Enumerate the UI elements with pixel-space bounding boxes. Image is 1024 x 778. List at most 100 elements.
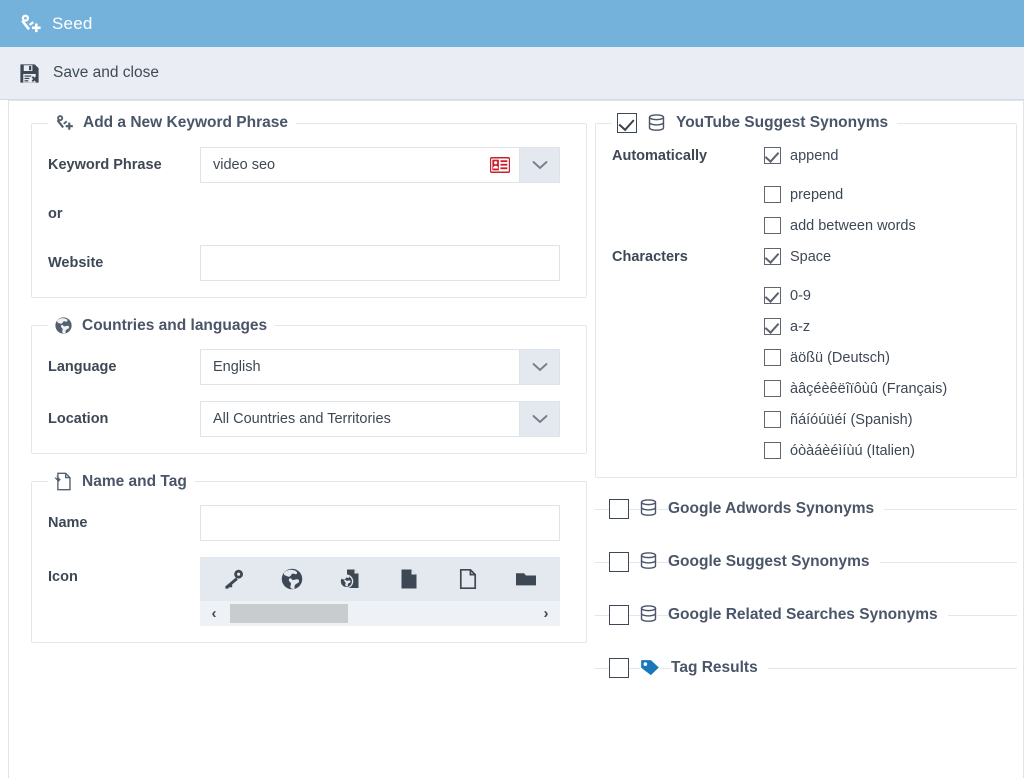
left-column: Add a New Keyword Phrase Keyword Phrase … <box>9 113 587 694</box>
option-append[interactable]: append <box>764 147 838 164</box>
name-and-tag-section: Name and Tag Name Icon ‹ › <box>31 472 587 643</box>
globe-icon[interactable] <box>268 559 316 599</box>
digits-checkbox[interactable] <box>764 287 781 304</box>
location-dropdown-button[interactable] <box>519 402 559 436</box>
google-related-searches-synonyms-section[interactable]: Google Related Searches Synonyms <box>595 588 1017 641</box>
name-input[interactable] <box>200 505 560 541</box>
countries-languages-legend-label: Countries and languages <box>82 316 268 334</box>
option-french[interactable]: àâçéèêëîïôùû (Français) <box>764 380 947 397</box>
add-keyword-phrase-section: Add a New Keyword Phrase Keyword Phrase … <box>31 113 587 298</box>
icon-label: Icon <box>48 569 78 585</box>
database-icon <box>640 499 657 518</box>
chevron-left-icon[interactable]: ‹ <box>206 606 222 621</box>
prepend-row: prepend <box>612 186 1000 203</box>
youtube-suggest-synonyms-label: YouTube Suggest Synonyms <box>676 114 889 131</box>
save-and-close-button[interactable]: Save and close <box>18 62 159 85</box>
french-label: àâçéèêëîïôùû (Français) <box>790 380 948 397</box>
tag-icon <box>640 658 660 677</box>
space-label: Space <box>790 248 832 265</box>
name-row: Name <box>48 505 570 541</box>
scrollbar-thumb[interactable] <box>230 604 348 623</box>
option-german[interactable]: äößü (Deutsch) <box>764 349 890 366</box>
google-suggest-synonyms-section[interactable]: Google Suggest Synonyms <box>595 535 1017 588</box>
name-and-tag-legend: Name and Tag <box>48 472 195 491</box>
location-label: Location <box>48 411 109 427</box>
key-plus-icon <box>54 113 74 133</box>
document-outline-icon[interactable] <box>444 559 492 599</box>
option-spanish[interactable]: ñáíóúüéí (Spanish) <box>764 411 913 428</box>
option-letters[interactable]: a-z <box>764 318 810 335</box>
chevron-down-icon <box>532 362 548 373</box>
location-select[interactable]: All Countries and Territories <box>200 401 560 437</box>
google-adwords-synonyms-section[interactable]: Google Adwords Synonyms <box>595 482 1017 535</box>
language-select[interactable]: English <box>200 349 560 385</box>
letters-row: a-z <box>612 318 1000 335</box>
key-icon[interactable] <box>210 559 258 599</box>
floppy-disk-delete-icon <box>18 62 41 85</box>
chevron-down-icon <box>532 414 548 425</box>
option-italian[interactable]: óòàáèéìíùú (Italien) <box>764 442 915 459</box>
or-row: or <box>48 199 570 229</box>
tag-results-section[interactable]: Tag Results <box>595 641 1017 694</box>
option-prepend[interactable]: prepend <box>764 186 843 203</box>
add-between-words-checkbox[interactable] <box>764 217 781 234</box>
option-digits[interactable]: 0-9 <box>764 287 811 304</box>
letters-checkbox[interactable] <box>764 318 781 335</box>
digits-label: 0-9 <box>790 287 811 304</box>
letters-label: a-z <box>790 318 811 335</box>
toolbar: Save and close <box>0 47 1024 100</box>
database-icon <box>640 605 657 624</box>
google-suggest-synonyms-checkbox[interactable] <box>609 551 629 572</box>
italian-checkbox[interactable] <box>764 442 781 459</box>
language-value: English <box>213 359 261 375</box>
keyword-phrase-dropdown-button[interactable] <box>519 148 559 182</box>
option-space[interactable]: Space <box>764 248 831 265</box>
google-related-searches-synonyms-checkbox[interactable] <box>609 604 629 625</box>
spanish-checkbox[interactable] <box>764 411 781 428</box>
tag-results-label: Tag Results <box>671 658 768 677</box>
document-tag-icon <box>54 472 73 491</box>
google-suggest-synonyms-label: Google Suggest Synonyms <box>668 552 880 571</box>
window-titlebar: Seed <box>0 0 1024 47</box>
database-icon <box>648 113 665 133</box>
add-keyword-phrase-legend-label: Add a New Keyword Phrase <box>83 114 289 131</box>
contact-card-icon[interactable] <box>490 148 519 182</box>
append-checkbox[interactable] <box>764 147 781 164</box>
characters-label: Characters <box>612 248 688 265</box>
folder-icon[interactable] <box>502 559 550 599</box>
right-column: YouTube Suggest Synonyms Automatically a… <box>587 113 1017 694</box>
space-checkbox[interactable] <box>764 248 781 265</box>
database-icon <box>640 552 657 571</box>
or-label: or <box>48 206 63 222</box>
window-title: Seed <box>52 13 93 33</box>
icon-picker-row <box>200 557 560 601</box>
globe-document-icon[interactable] <box>327 559 375 599</box>
add-keyword-phrase-legend: Add a New Keyword Phrase <box>48 113 296 133</box>
youtube-suggest-synonyms-checkbox[interactable] <box>617 113 637 133</box>
chevron-right-icon[interactable]: › <box>538 606 554 621</box>
document-filled-icon[interactable] <box>385 559 433 599</box>
icon-picker[interactable]: ‹ › <box>200 557 560 626</box>
prepend-label: prepend <box>790 186 844 203</box>
spanish-row: ñáíóúüéí (Spanish) <box>612 411 1000 428</box>
icon-picker-scrollbar[interactable]: ‹ › <box>200 601 560 626</box>
prepend-checkbox[interactable] <box>764 186 781 203</box>
automatically-label: Automatically <box>612 147 708 164</box>
keyword-phrase-combobox[interactable]: video seo <box>200 147 560 183</box>
website-input[interactable] <box>200 245 560 281</box>
tag-results-checkbox[interactable] <box>609 657 629 678</box>
youtube-suggest-synonyms-section: YouTube Suggest Synonyms Automatically a… <box>595 113 1017 478</box>
append-label: append <box>790 147 839 164</box>
website-row: Website <box>48 245 570 281</box>
italian-row: óòàáèéìíùú (Italien) <box>612 442 1000 459</box>
keyword-phrase-label: Keyword Phrase <box>48 157 162 173</box>
german-checkbox[interactable] <box>764 349 781 366</box>
content-area: Add a New Keyword Phrase Keyword Phrase … <box>8 100 1024 778</box>
language-dropdown-button[interactable] <box>519 350 559 384</box>
option-add-between-words[interactable]: add between words <box>764 217 916 234</box>
keyword-phrase-input[interactable]: video seo <box>201 148 490 182</box>
scrollbar-track[interactable] <box>226 601 534 626</box>
german-row: äößü (Deutsch) <box>612 349 1000 366</box>
google-adwords-synonyms-checkbox[interactable] <box>609 498 629 519</box>
french-checkbox[interactable] <box>764 380 781 397</box>
